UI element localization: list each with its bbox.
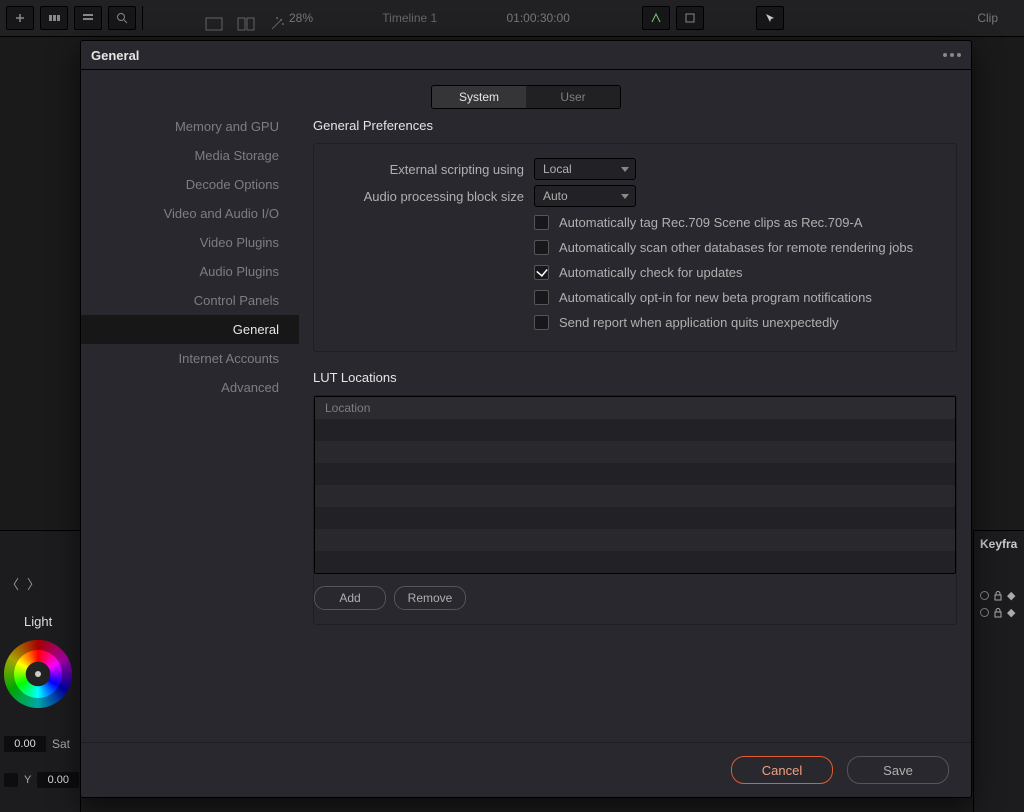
sidebar-item-video-plugins[interactable]: Video Plugins	[81, 228, 299, 257]
timeline-name: Timeline 1	[319, 11, 500, 25]
section-title-lut: LUT Locations	[313, 370, 957, 395]
lut-table-row[interactable]	[315, 441, 955, 463]
check-row-beta: Automatically opt-in for new beta progra…	[330, 285, 940, 310]
dialog-footer: Cancel Save	[81, 742, 971, 797]
wheel-value[interactable]: 0.00	[4, 736, 46, 752]
viewer-dual-icon[interactable]	[237, 17, 255, 31]
tool-button[interactable]	[40, 6, 68, 30]
lut-table-row[interactable]	[315, 485, 955, 507]
prefs-content: General Preferences External scripting u…	[299, 70, 971, 742]
viewer-mode-icons	[205, 14, 285, 34]
magic-wand-icon[interactable]	[269, 16, 285, 32]
prev-icon[interactable]: 〈	[6, 574, 19, 593]
sidebar-item-audio-plugins[interactable]: Audio Plugins	[81, 257, 299, 286]
checkbox-rec709[interactable]	[534, 215, 549, 230]
sidebar-item-control-panels[interactable]: Control Panels	[81, 286, 299, 315]
sidebar-item-memory-gpu[interactable]: Memory and GPU	[81, 112, 299, 141]
section-general-prefs: External scripting using Local Audio pro…	[313, 143, 957, 352]
sidebar-item-media-storage[interactable]: Media Storage	[81, 141, 299, 170]
dialog-title: General	[91, 48, 139, 63]
dropdown-value: Auto	[543, 189, 568, 203]
prefs-tab-strip: System User	[431, 85, 621, 109]
lut-add-button[interactable]: Add	[314, 586, 386, 610]
sidebar-item-general[interactable]: General	[81, 315, 299, 344]
checkbox-label: Automatically check for updates	[559, 265, 743, 280]
chevron-down-icon	[621, 167, 629, 172]
sidebar-item-internet-accounts[interactable]: Internet Accounts	[81, 344, 299, 373]
checkbox-label: Automatically scan other databases for r…	[559, 240, 913, 255]
keyframe-dot-icon	[980, 591, 989, 600]
lut-table-row[interactable]	[315, 463, 955, 485]
lut-table-row[interactable]	[315, 419, 955, 441]
label-scripting: External scripting using	[330, 162, 534, 177]
keyframe-track-row[interactable]: ◆	[974, 587, 1024, 604]
zoom-readout[interactable]: 28%	[289, 11, 313, 25]
wheel-label: Light	[24, 614, 52, 629]
tab-user[interactable]: User	[526, 86, 620, 108]
chevron-down-icon	[621, 194, 629, 199]
save-button[interactable]: Save	[847, 756, 949, 784]
checkbox-label: Automatically opt-in for new beta progra…	[559, 290, 872, 305]
tool-button[interactable]	[6, 6, 34, 30]
label-audio-block: Audio processing block size	[330, 189, 534, 204]
lut-table-header: Location	[315, 397, 955, 419]
lut-table-row[interactable]	[315, 507, 955, 529]
section-title-general-prefs: General Preferences	[313, 118, 957, 143]
preferences-dialog: General System User Memory and GPU Media…	[80, 40, 972, 798]
sidebar-item-video-audio-io[interactable]: Video and Audio I/O	[81, 199, 299, 228]
tool-button[interactable]	[108, 6, 136, 30]
diamond-icon: ◆	[1007, 589, 1015, 602]
lut-table-row[interactable]	[315, 551, 955, 573]
dropdown-scripting[interactable]: Local	[534, 158, 636, 180]
dropdown-audio-block[interactable]: Auto	[534, 185, 636, 207]
checkbox-label: Send report when application quits unexp…	[559, 315, 839, 330]
dropdown-value: Local	[543, 162, 572, 176]
tool-button[interactable]	[676, 6, 704, 30]
tab-system[interactable]: System	[432, 86, 526, 108]
keyframe-dot-icon	[980, 608, 989, 617]
dialog-titlebar: General	[81, 41, 971, 70]
sidebar-item-decode-options[interactable]: Decode Options	[81, 170, 299, 199]
checkbox-beta[interactable]	[534, 290, 549, 305]
check-row-updates: Automatically check for updates	[330, 260, 940, 285]
check-row-rec709: Automatically tag Rec.709 Scene clips as…	[330, 210, 940, 235]
cancel-button[interactable]: Cancel	[731, 756, 833, 784]
viewer-single-icon[interactable]	[205, 17, 223, 31]
section-lut: Location Add Remove	[313, 395, 957, 625]
lut-locations-table: Location	[314, 396, 956, 574]
checkbox-label: Automatically tag Rec.709 Scene clips as…	[559, 215, 863, 230]
lock-icon	[993, 608, 1003, 618]
cursor-tool[interactable]	[756, 6, 784, 30]
timecode-readout[interactable]: 01:00:30:00	[506, 11, 569, 25]
check-row-crash-report: Send report when application quits unexp…	[330, 310, 940, 335]
lut-remove-button[interactable]: Remove	[394, 586, 466, 610]
sidebar-item-advanced[interactable]: Advanced	[81, 373, 299, 402]
tool-button[interactable]	[74, 6, 102, 30]
panel-nav: 〈 〉	[6, 574, 40, 593]
xy-readout: Y 0.00	[4, 772, 79, 788]
keyframe-track-row[interactable]: ◆	[974, 604, 1024, 621]
color-wheel-light[interactable]	[4, 640, 72, 708]
next-icon[interactable]: 〉	[27, 574, 40, 593]
lock-icon	[993, 591, 1003, 601]
sat-label: Sat	[52, 737, 70, 751]
check-row-remote-render: Automatically scan other databases for r…	[330, 235, 940, 260]
keyframes-panel: Keyfra ◆ ◆	[973, 530, 1024, 812]
lut-table-row[interactable]	[315, 529, 955, 551]
app-top-bar: 28% Timeline 1 01:00:30:00 Clip	[0, 0, 1024, 37]
prefs-sidebar: Memory and GPU Media Storage Decode Opti…	[81, 70, 299, 742]
mode-label[interactable]: Clip	[977, 11, 998, 25]
y-label: Y	[24, 774, 31, 786]
keyframes-title: Keyfra	[974, 531, 1024, 557]
checkbox-crash-report[interactable]	[534, 315, 549, 330]
more-options-icon[interactable]	[943, 53, 961, 57]
tool-button[interactable]	[642, 6, 670, 30]
diamond-icon: ◆	[1007, 606, 1015, 619]
checkbox-updates[interactable]	[534, 265, 549, 280]
checkbox-remote-render[interactable]	[534, 240, 549, 255]
y-value[interactable]: 0.00	[37, 772, 79, 788]
